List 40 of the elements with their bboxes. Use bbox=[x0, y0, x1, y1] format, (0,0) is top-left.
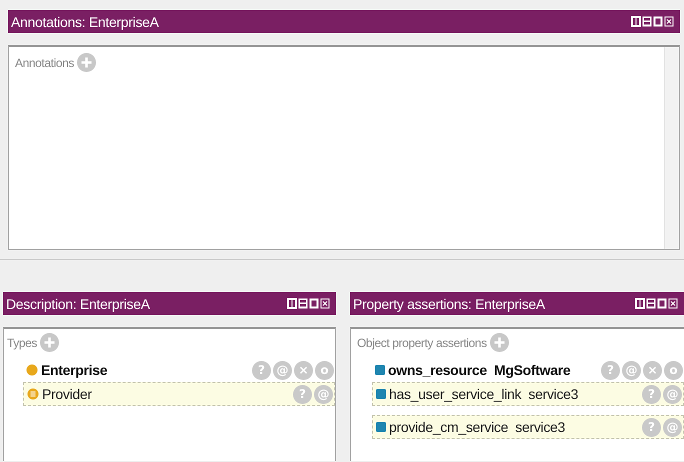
split-view-icon[interactable] bbox=[631, 16, 641, 27]
row-action-button[interactable]: ? bbox=[642, 418, 661, 436]
split-view-icon[interactable] bbox=[287, 298, 297, 309]
close-icon[interactable] bbox=[664, 16, 674, 27]
property-icon bbox=[376, 389, 386, 399]
row-action-button[interactable]: × bbox=[643, 360, 662, 380]
entity-label[interactable]: has_user_service_link service3 bbox=[389, 386, 642, 402]
maximize-icon[interactable] bbox=[657, 298, 667, 309]
split-view-icon[interactable] bbox=[635, 298, 645, 309]
close-icon[interactable] bbox=[668, 298, 678, 309]
class-icon bbox=[26, 363, 38, 377]
property-icon bbox=[376, 422, 386, 432]
row-action-button[interactable]: @ bbox=[314, 384, 333, 404]
minimize-icon[interactable] bbox=[646, 298, 656, 309]
property-icon bbox=[375, 365, 385, 375]
row-action-button[interactable]: @ bbox=[663, 418, 682, 436]
entity-label[interactable]: provide_cm_service service3 bbox=[389, 419, 642, 435]
panel-title: Description: EnterpriseA bbox=[6, 296, 150, 312]
panel-title: Annotations: EnterpriseA bbox=[11, 14, 159, 30]
minimize-icon[interactable] bbox=[298, 298, 308, 309]
entity-label[interactable]: owns_resource MgSoftware bbox=[388, 362, 601, 378]
row-action-button[interactable]: ? bbox=[601, 360, 620, 380]
section-label: Annotations bbox=[15, 56, 74, 70]
row-action-button[interactable]: ? bbox=[293, 384, 312, 404]
section-label: Types bbox=[7, 336, 38, 350]
panel-title: Property assertions: EnterpriseA bbox=[353, 296, 545, 312]
section-label: Object property assertions bbox=[357, 336, 487, 350]
minimize-icon[interactable] bbox=[642, 16, 652, 27]
entity-label[interactable]: Provider bbox=[42, 386, 293, 402]
row-action-button[interactable]: ? bbox=[252, 360, 271, 380]
inferred-class-icon bbox=[27, 387, 39, 401]
row-action-button[interactable]: @ bbox=[622, 360, 641, 380]
close-icon[interactable] bbox=[320, 298, 330, 309]
row-action-button[interactable]: @ bbox=[273, 360, 292, 380]
row-action-button[interactable]: ? bbox=[642, 384, 661, 404]
row-action-button[interactable]: @ bbox=[663, 384, 682, 404]
row-action-button[interactable]: × bbox=[294, 360, 313, 380]
entity-label[interactable]: Enterprise bbox=[41, 362, 252, 378]
maximize-icon[interactable] bbox=[653, 16, 663, 27]
maximize-icon[interactable] bbox=[309, 298, 319, 309]
